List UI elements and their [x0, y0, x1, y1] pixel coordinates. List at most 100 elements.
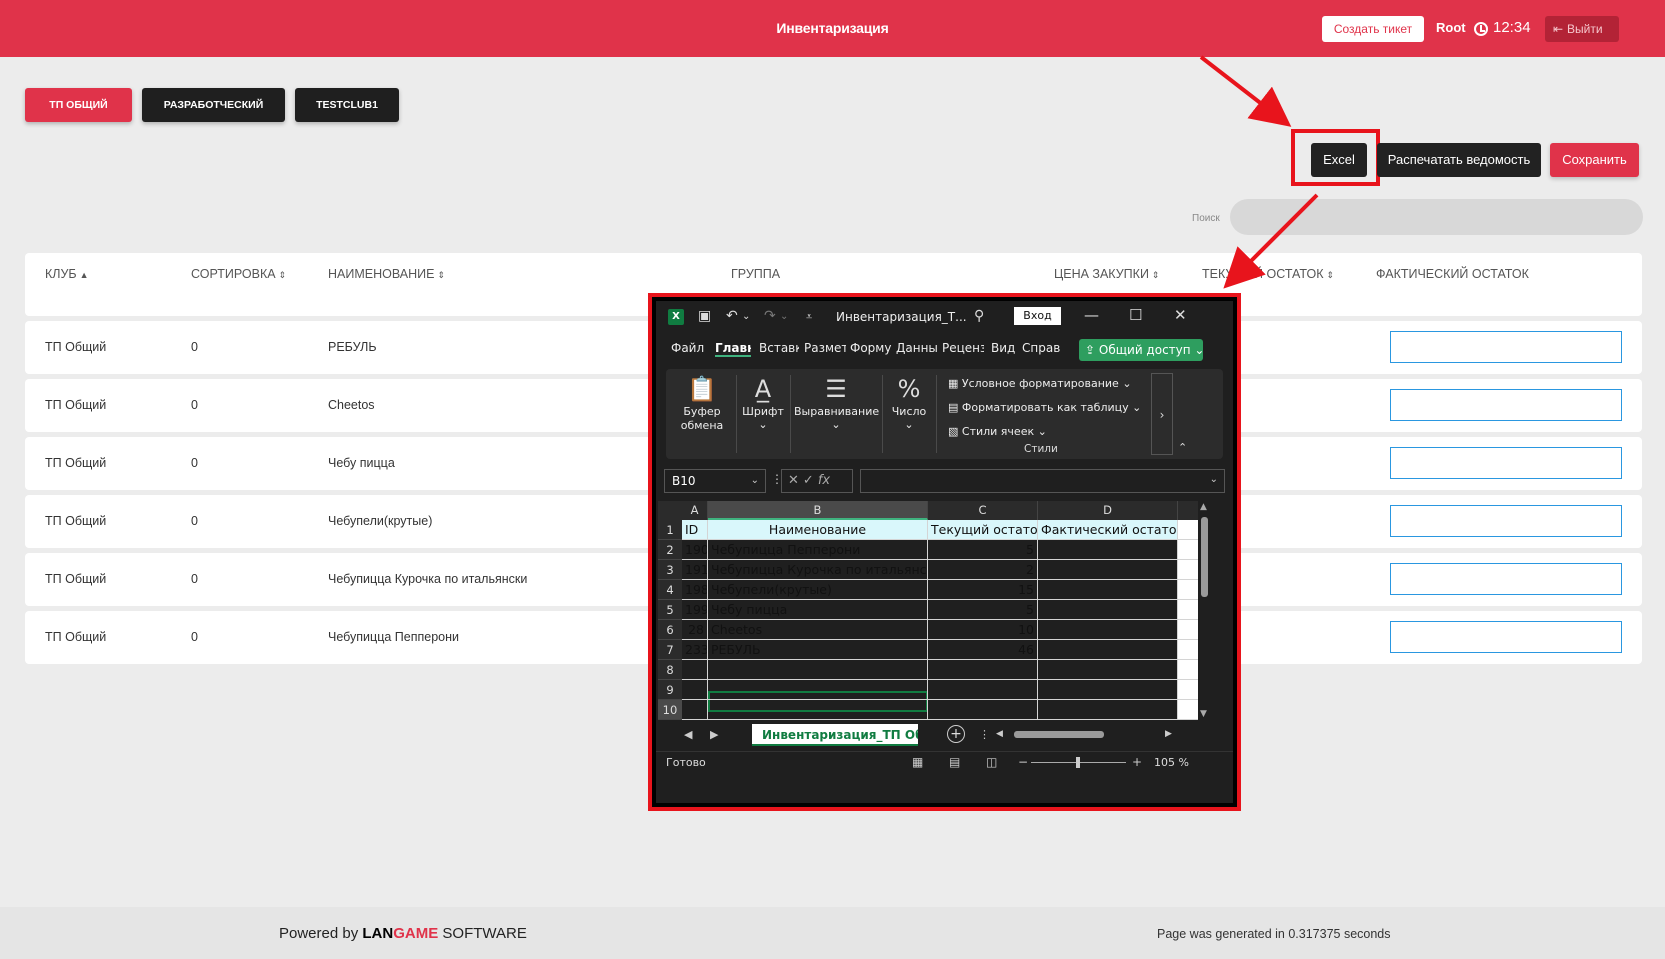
club-tab-testclub1[interactable]: TESTCLUB1	[295, 88, 399, 122]
grid-cell[interactable]: 2	[928, 560, 1038, 580]
vertical-scrollbar[interactable]: ▲ ▼	[1198, 501, 1212, 721]
row-header[interactable]: 6	[658, 620, 682, 640]
row-header[interactable]: 10	[658, 700, 682, 720]
add-sheet-icon[interactable]: +	[947, 725, 965, 743]
row-header[interactable]: 1	[658, 520, 682, 540]
row-header[interactable]: 9	[658, 680, 682, 700]
print-sheet-button[interactable]: Распечатать ведомость	[1377, 143, 1541, 177]
scroll-down-icon[interactable]: ▼	[1200, 709, 1207, 719]
grid-cell[interactable]	[1038, 660, 1178, 680]
ribbon-tab-home[interactable]: Главн	[715, 341, 751, 357]
column-price[interactable]: ЦЕНА ЗАКУПКИ ⇕	[1054, 267, 1159, 281]
customize-toolbar-icon[interactable]: ⩡	[806, 310, 812, 324]
zoom-out-icon[interactable]: −	[1018, 755, 1028, 769]
actual-stock-input[interactable]	[1390, 505, 1622, 537]
actual-stock-input[interactable]	[1390, 621, 1622, 653]
undo-icon[interactable]: ↶	[726, 308, 738, 324]
zoom-slider-thumb[interactable]	[1076, 757, 1080, 768]
grid-cell[interactable]: 10	[928, 620, 1038, 640]
ribbon-tab-help[interactable]: Справ	[1022, 341, 1062, 355]
grid-cell[interactable]: ID	[682, 520, 708, 540]
grid-cell[interactable]	[708, 660, 928, 680]
zoom-in-icon[interactable]: +	[1132, 755, 1142, 769]
grid-cell[interactable]: Текущий остаток	[928, 520, 1038, 540]
row-header[interactable]: 3	[658, 560, 682, 580]
grid-cell[interactable]	[1038, 620, 1178, 640]
grid-cell[interactable]	[928, 700, 1038, 720]
ribbon-tab-layout[interactable]: Размет	[804, 341, 846, 355]
grid-cell[interactable]: 199	[682, 600, 708, 620]
formula-input[interactable]: ⌄	[860, 469, 1225, 493]
excel-login-button[interactable]: Вход	[1014, 307, 1061, 325]
grid-cell[interactable]	[1038, 700, 1178, 720]
conditional-formatting-button[interactable]: ▦ Условное форматирование ⌄	[948, 377, 1132, 390]
actual-stock-input[interactable]	[1390, 563, 1622, 595]
ribbon-tab-data[interactable]: Данны	[896, 341, 938, 355]
row-header[interactable]: 7	[658, 640, 682, 660]
search-input[interactable]	[1230, 199, 1643, 235]
page-break-icon[interactable]: ◫	[986, 755, 997, 769]
create-ticket-button[interactable]: Создать тикет	[1322, 16, 1424, 42]
sheet-prev-icon[interactable]: ◀	[684, 728, 692, 741]
grid-cell[interactable]: Чебупицца Курочка по итальянски	[708, 560, 928, 580]
sort-asc-icon[interactable]: ▲	[80, 270, 89, 280]
save-button[interactable]: Сохранить	[1550, 143, 1639, 177]
chevron-down-icon[interactable]: ⌄	[780, 311, 788, 322]
grid-cell[interactable]: 5	[928, 600, 1038, 620]
club-tab-developer[interactable]: РАЗРАБОТЧЕСКИЙ	[142, 88, 285, 122]
grid-cell[interactable]	[682, 660, 708, 680]
grid-cell[interactable]: Cheetos	[708, 620, 928, 640]
scroll-thumb[interactable]	[1201, 517, 1208, 597]
column-current-stock[interactable]: ТЕКУЩИЙ ОСТАТОК ⇕	[1202, 267, 1334, 281]
grid-cell[interactable]: 233	[682, 640, 708, 660]
sheet-tab-active[interactable]: Инвентаризация_ТП Общий	[752, 724, 918, 746]
grid-cell[interactable]: Чебупели(крутые)	[708, 580, 928, 600]
grid-cell[interactable]: 5	[928, 540, 1038, 560]
col-header-b[interactable]: B	[708, 501, 928, 520]
grid-cell[interactable]	[682, 700, 708, 720]
alignment-group[interactable]: ☰ Выравнивание ⌄	[794, 369, 879, 459]
ribbon-tab-formulas[interactable]: Форму	[850, 341, 892, 355]
clipboard-group[interactable]: 📋 Буфер обмена	[672, 369, 732, 459]
grid-cell[interactable]: 198	[682, 580, 708, 600]
grid-cell[interactable]: Чебу пицца	[708, 600, 928, 620]
sort-icon[interactable]: ⇕	[1152, 270, 1160, 280]
scroll-thumb[interactable]	[1014, 731, 1104, 738]
grid-cell[interactable]	[928, 660, 1038, 680]
close-icon[interactable]: ✕	[1174, 306, 1187, 324]
share-button[interactable]: ⇪ Общий доступ ⌄	[1079, 339, 1204, 361]
format-as-table-button[interactable]: ▤ Форматировать как таблицу ⌄	[948, 401, 1141, 414]
scroll-left-icon[interactable]: ◀	[996, 729, 1003, 739]
collapse-ribbon-icon[interactable]: ⌃	[1178, 441, 1187, 454]
actual-stock-input[interactable]	[1390, 389, 1622, 421]
column-club[interactable]: КЛУБ ▲	[45, 267, 89, 281]
actual-stock-input[interactable]	[1390, 447, 1622, 479]
grid-cell[interactable]	[1038, 580, 1178, 600]
grid-cell[interactable]: Фактический остаток	[1038, 520, 1178, 540]
grid-cell[interactable]: Чебупицца Пепперони	[708, 540, 928, 560]
club-tab-tp-common[interactable]: ТП ОБЩИЙ	[25, 88, 132, 122]
fx-icon[interactable]: fx	[818, 473, 830, 488]
row-header[interactable]: 4	[658, 580, 682, 600]
scroll-right-icon[interactable]: ▶	[1165, 729, 1172, 739]
grid-cell[interactable]	[1038, 560, 1178, 580]
grid-cell[interactable]: РЕБУЛЬ	[708, 640, 928, 660]
normal-view-icon[interactable]: ▦	[912, 755, 923, 769]
column-sort[interactable]: СОРТИРОВКА ⇕	[191, 267, 286, 281]
select-all-corner[interactable]	[658, 501, 682, 520]
sheet-next-icon[interactable]: ▶	[710, 728, 718, 741]
ribbon-tab-file[interactable]: Файл	[671, 341, 707, 355]
cell-styles-button[interactable]: ▧ Стили ячеек ⌄	[948, 425, 1047, 438]
ribbon-tab-review[interactable]: Реценз	[942, 341, 984, 355]
col-header-c[interactable]: C	[928, 501, 1038, 520]
grid-cell[interactable]	[708, 700, 928, 720]
row-header[interactable]: 5	[658, 600, 682, 620]
grid-cell[interactable]: 15	[928, 580, 1038, 600]
more-icon[interactable]: ⋮	[979, 728, 990, 741]
grid-cell[interactable]	[1038, 640, 1178, 660]
grid-cell[interactable]: 46	[928, 640, 1038, 660]
sort-icon[interactable]: ⇕	[279, 270, 287, 280]
ribbon-tab-insert[interactable]: Вставк	[759, 341, 799, 355]
logout-button[interactable]: ⇤ Выйти	[1545, 16, 1619, 42]
cancel-icon[interactable]: ✕	[788, 473, 803, 488]
